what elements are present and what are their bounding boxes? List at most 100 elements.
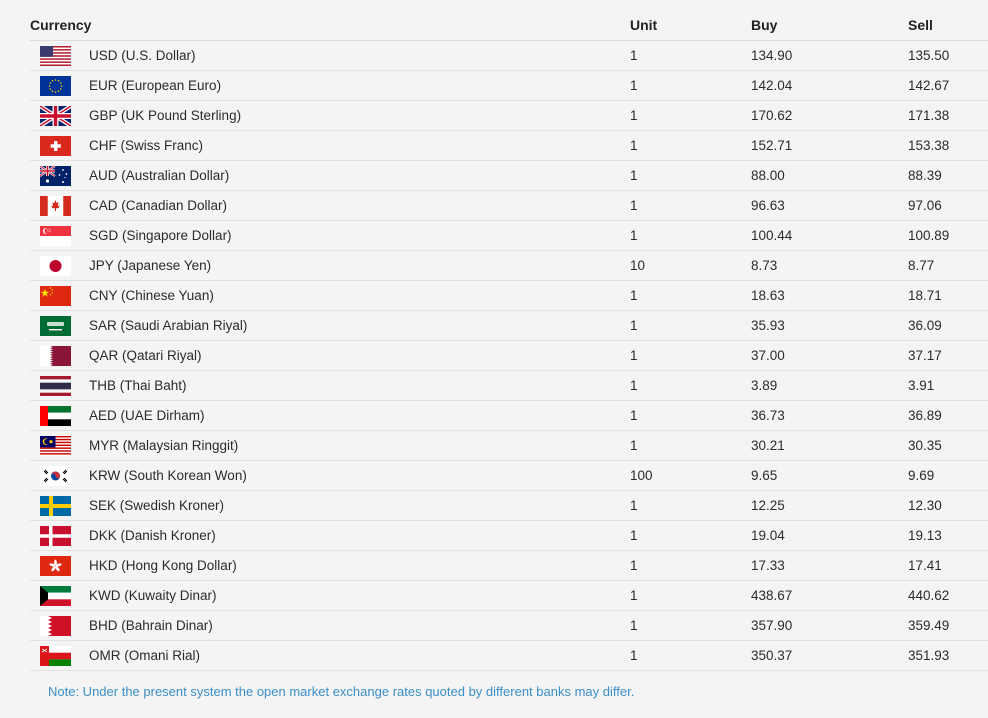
sell-rate-cell: 135.50 xyxy=(908,40,988,71)
table-row: SAR (Saudi Arabian Riyal) 1 35.93 36.09 xyxy=(30,310,988,341)
currency-name: DKK (Danish Kroner) xyxy=(89,528,216,543)
sell-rate-cell: 97.06 xyxy=(908,190,988,221)
unit-cell: 1 xyxy=(630,490,751,521)
unit-cell: 1 xyxy=(630,640,751,671)
unit-cell: 10 xyxy=(630,250,751,281)
unit-cell: 1 xyxy=(630,430,751,461)
unit-cell: 1 xyxy=(630,100,751,131)
currency-cell: CAD (Canadian Dollar) xyxy=(30,190,630,221)
currency-cell: QAR (Qatari Riyal) xyxy=(30,340,630,371)
table-row: SGD (Singapore Dollar) 1 100.44 100.89 xyxy=(30,220,988,251)
sell-rate-cell: 8.77 xyxy=(908,250,988,281)
unit-cell: 1 xyxy=(630,340,751,371)
table-row: THB (Thai Baht) 1 3.89 3.91 xyxy=(30,370,988,401)
th-flag-icon xyxy=(40,375,71,396)
buy-rate-cell: 37.00 xyxy=(751,340,908,371)
currency-name: KRW (South Korean Won) xyxy=(89,468,247,483)
table-row: CNY (Chinese Yuan) 1 18.63 18.71 xyxy=(30,280,988,311)
qa-flag-icon xyxy=(40,345,71,366)
unit-cell: 1 xyxy=(630,40,751,71)
currency-name: GBP (UK Pound Sterling) xyxy=(89,108,242,123)
sell-rate-cell: 30.35 xyxy=(908,430,988,461)
unit-cell: 1 xyxy=(630,280,751,311)
sell-rate-cell: 36.09 xyxy=(908,310,988,341)
sell-rate-cell: 12.30 xyxy=(908,490,988,521)
ca-flag-icon xyxy=(40,195,71,216)
currency-cell: HKD (Hong Kong Dollar) xyxy=(30,550,630,581)
sell-rate-cell: 171.38 xyxy=(908,100,988,131)
unit-cell: 1 xyxy=(630,610,751,641)
table-row: GBP (UK Pound Sterling) 1 170.62 171.38 xyxy=(30,100,988,131)
buy-rate-cell: 170.62 xyxy=(751,100,908,131)
table-row: OMR (Omani Rial) 1 350.37 351.93 xyxy=(30,640,988,671)
header-unit: Unit xyxy=(630,10,751,41)
sell-rate-cell: 18.71 xyxy=(908,280,988,311)
table-header-row: Currency Unit Buy Sell xyxy=(30,10,988,41)
table-row: CHF (Swiss Franc) 1 152.71 153.38 xyxy=(30,130,988,161)
currency-name: SAR (Saudi Arabian Riyal) xyxy=(89,318,248,333)
currency-cell: AED (UAE Dirham) xyxy=(30,400,630,431)
table-row: SEK (Swedish Kroner) 1 12.25 12.30 xyxy=(30,490,988,521)
unit-cell: 100 xyxy=(630,460,751,491)
table-row: KWD (Kuwaity Dinar) 1 438.67 440.62 xyxy=(30,580,988,611)
sell-rate-cell: 36.89 xyxy=(908,400,988,431)
currency-name: SGD (Singapore Dollar) xyxy=(89,228,232,243)
buy-rate-cell: 96.63 xyxy=(751,190,908,221)
currency-cell: JPY (Japanese Yen) xyxy=(30,250,630,281)
currency-cell: AUD (Australian Dollar) xyxy=(30,160,630,191)
sell-rate-cell: 17.41 xyxy=(908,550,988,581)
sell-rate-cell: 19.13 xyxy=(908,520,988,551)
buy-rate-cell: 19.04 xyxy=(751,520,908,551)
currency-cell: USD (U.S. Dollar) xyxy=(30,40,630,71)
currency-cell: KRW (South Korean Won) xyxy=(30,460,630,491)
currency-name: THB (Thai Baht) xyxy=(89,378,187,393)
sg-flag-icon xyxy=(40,225,71,246)
table-row: CAD (Canadian Dollar) 1 96.63 97.06 xyxy=(30,190,988,221)
unit-cell: 1 xyxy=(630,130,751,161)
kr-flag-icon xyxy=(40,465,71,486)
currency-name: CNY (Chinese Yuan) xyxy=(89,288,214,303)
currency-cell: SEK (Swedish Kroner) xyxy=(30,490,630,521)
buy-rate-cell: 357.90 xyxy=(751,610,908,641)
currency-cell: CHF (Swiss Franc) xyxy=(30,130,630,161)
currency-cell: MYR (Malaysian Ringgit) xyxy=(30,430,630,461)
buy-rate-cell: 88.00 xyxy=(751,160,908,191)
buy-rate-cell: 134.90 xyxy=(751,40,908,71)
table-row: JPY (Japanese Yen) 10 8.73 8.77 xyxy=(30,250,988,281)
jp-flag-icon xyxy=(40,255,71,276)
ae-flag-icon xyxy=(40,405,71,426)
table-row: USD (U.S. Dollar) 1 134.90 135.50 xyxy=(30,40,988,71)
unit-cell: 1 xyxy=(630,370,751,401)
currency-cell: CNY (Chinese Yuan) xyxy=(30,280,630,311)
buy-rate-cell: 18.63 xyxy=(751,280,908,311)
table-row: HKD (Hong Kong Dollar) 1 17.33 17.41 xyxy=(30,550,988,581)
currency-name: KWD (Kuwaity Dinar) xyxy=(89,588,217,603)
table-row: BHD (Bahrain Dinar) 1 357.90 359.49 xyxy=(30,610,988,641)
currency-name: AED (UAE Dirham) xyxy=(89,408,205,423)
table-row: AED (UAE Dirham) 1 36.73 36.89 xyxy=(30,400,988,431)
unit-cell: 1 xyxy=(630,400,751,431)
unit-cell: 1 xyxy=(630,550,751,581)
currency-cell: EUR (European Euro) xyxy=(30,70,630,101)
sell-rate-cell: 359.49 xyxy=(908,610,988,641)
exchange-rates-panel: Currency Unit Buy Sell USD (U.S. Dollar)… xyxy=(16,0,988,718)
cn-flag-icon xyxy=(40,285,71,306)
currency-cell: SGD (Singapore Dollar) xyxy=(30,220,630,251)
currency-name: MYR (Malaysian Ringgit) xyxy=(89,438,239,453)
unit-cell: 1 xyxy=(630,190,751,221)
se-flag-icon xyxy=(40,495,71,516)
currency-name: SEK (Swedish Kroner) xyxy=(89,498,225,513)
currency-name: QAR (Qatari Riyal) xyxy=(89,348,202,363)
sell-rate-cell: 37.17 xyxy=(908,340,988,371)
ch-flag-icon xyxy=(40,135,71,156)
header-sell: Sell xyxy=(908,10,988,41)
sell-rate-cell: 440.62 xyxy=(908,580,988,611)
buy-rate-cell: 8.73 xyxy=(751,250,908,281)
currency-name: CHF (Swiss Franc) xyxy=(89,138,203,153)
currency-cell: KWD (Kuwaity Dinar) xyxy=(30,580,630,611)
sell-rate-cell: 100.89 xyxy=(908,220,988,251)
unit-cell: 1 xyxy=(630,520,751,551)
table-row: EUR (European Euro) 1 142.04 142.67 xyxy=(30,70,988,101)
unit-cell: 1 xyxy=(630,70,751,101)
currency-name: USD (U.S. Dollar) xyxy=(89,48,196,63)
